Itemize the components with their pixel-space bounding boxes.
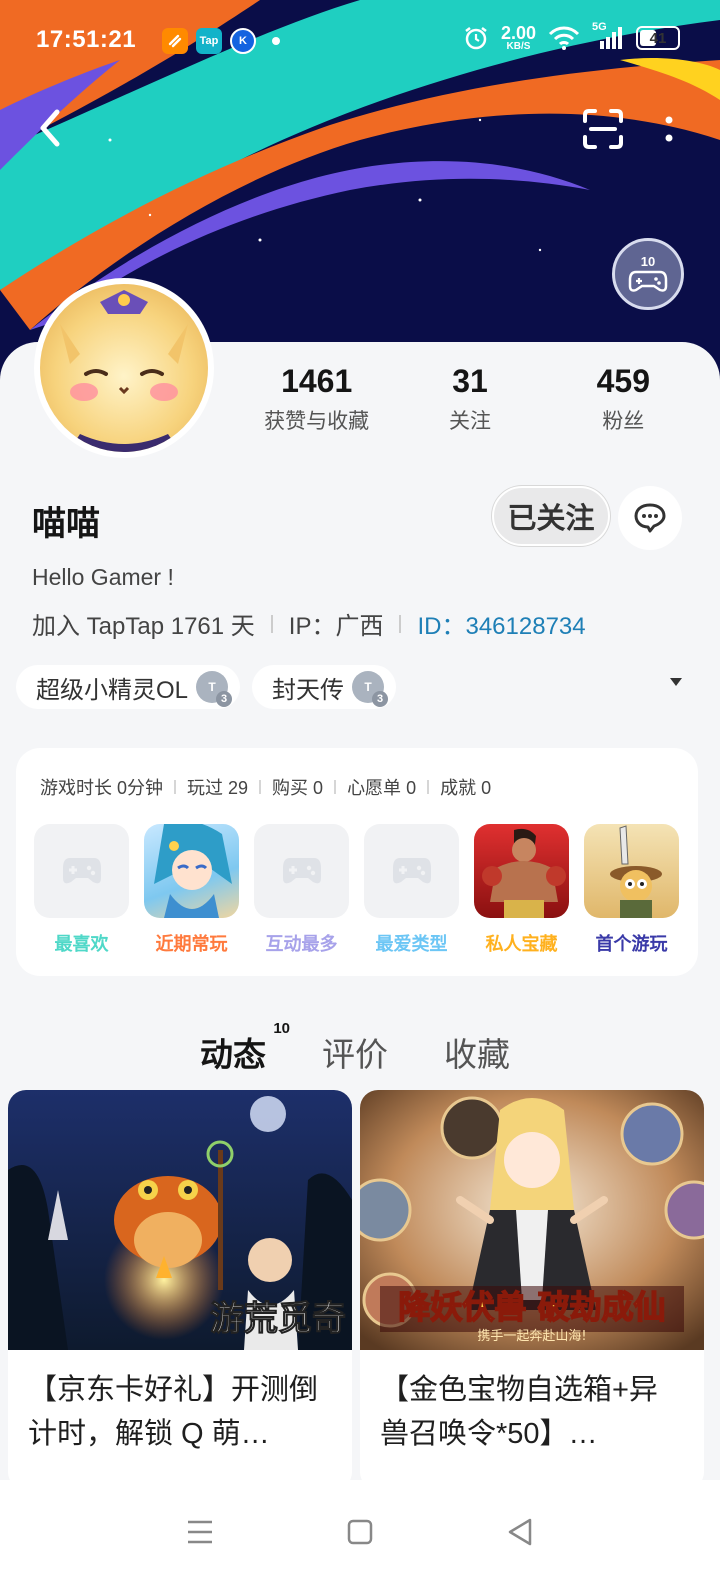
status-bar: 17:51:21 Tap K 2.00 KB/S 5G 41 <box>0 0 720 84</box>
profile-meta: 加入 TapTap 1761 天 IP：广西 ID：346128734 <box>32 606 586 641</box>
divider <box>270 614 273 633</box>
play-time[interactable]: 游戏时长 0分钟 <box>40 774 163 800</box>
game-cover-image <box>584 824 679 918</box>
gamepad-icon <box>62 858 101 884</box>
notification-icons: Tap K <box>162 28 280 54</box>
username: 喵喵 <box>32 505 100 543</box>
wifi-icon <box>548 26 580 50</box>
tag-level-icon: T3 <box>352 671 389 707</box>
fliggy-icon <box>162 28 188 54</box>
square-icon <box>347 1519 373 1545</box>
post-cover-text: 游荒觅奇 <box>210 1299 346 1339</box>
post-feed: 游荒觅奇 【京东卡好礼】开测倒计时，解锁 Q 萌… 降妖伏兽 破劫成仙 携手一起… <box>8 1090 712 1490</box>
post-cover-text: 降妖伏兽 破劫成仙 <box>398 1288 665 1326</box>
home-button[interactable] <box>330 1502 390 1562</box>
showcase-recent[interactable]: 近期常玩 <box>144 824 239 956</box>
game-stats-row: 游戏时长 0分钟 玩过 29 购买 0 心愿单 0 成就 0 <box>40 774 491 800</box>
system-back-button[interactable] <box>490 1502 550 1562</box>
status-right: 2.00 KB/S 5G 41 <box>463 21 680 52</box>
showcase-first[interactable]: 首个游玩 <box>584 824 679 956</box>
network-speed: 2.00 KB/S <box>500 23 536 52</box>
level-badge[interactable]: 10 <box>612 238 684 310</box>
avatar[interactable] <box>34 278 214 458</box>
following-button[interactable]: 已关注 <box>492 486 610 546</box>
system-nav-bar <box>0 1480 720 1584</box>
taptap-icon: Tap <box>196 28 222 54</box>
bio-text: Hello Gamer ! <box>32 564 174 590</box>
post-card[interactable]: 降妖伏兽 破劫成仙 携手一起奔赴山海! 【金色宝物自选箱+异兽召唤令*50】… <box>360 1090 704 1490</box>
game-tag[interactable]: 超级小精灵OL T3 <box>16 665 241 709</box>
content-tabs: 动态 10 评价 收藏 <box>200 1020 510 1076</box>
ip-location: IP：广西 <box>288 613 384 640</box>
tag-level-icon: T3 <box>196 671 233 707</box>
k-app-icon: K <box>230 28 256 54</box>
game-tag[interactable]: 封天传 T3 <box>252 665 397 709</box>
status-time: 17:51:21 <box>36 26 137 53</box>
game-showcase: 最喜欢 近期常玩 互动最多 最爱类型 私人宝藏 首个游玩 <box>34 824 679 956</box>
post-cover-image: 降妖伏兽 破劫成仙 携手一起奔赴山海! <box>360 1090 704 1350</box>
gamepad-icon <box>628 270 668 292</box>
tab-reviews[interactable]: 评价 <box>322 1028 388 1076</box>
purchased-count[interactable]: 购买 0 <box>272 774 323 800</box>
post-title: 【京东卡好礼】开测倒计时，解锁 Q 萌… <box>28 1374 319 1450</box>
showcase-genre[interactable]: 最爱类型 <box>364 824 459 956</box>
showcase-favorite[interactable]: 最喜欢 <box>34 824 129 956</box>
gamepad-icon <box>282 858 321 884</box>
divider <box>399 614 402 633</box>
tab-count-badge: 10 <box>273 1020 290 1037</box>
chevron-left-icon <box>40 109 60 147</box>
cell-signal-icon: 5G <box>592 21 624 51</box>
post-card[interactable]: 游荒觅奇 【京东卡好礼】开测倒计时，解锁 Q 萌… <box>8 1090 352 1490</box>
menu-icon <box>188 1520 212 1544</box>
joined-days: 加入 TapTap 1761 天 <box>32 613 255 640</box>
stat-likes[interactable]: 1461 获赞与收藏 <box>240 363 393 435</box>
stat-following[interactable]: 31 关注 <box>393 363 546 435</box>
more-vertical-icon <box>665 116 673 142</box>
back-button[interactable] <box>28 106 72 150</box>
message-button[interactable] <box>618 486 682 550</box>
top-action-bar <box>0 100 720 160</box>
tab-collections[interactable]: 收藏 <box>444 1028 510 1076</box>
triangle-back-icon <box>508 1518 532 1546</box>
gamepad-icon <box>392 858 431 884</box>
showcase-treasure[interactable]: 私人宝藏 <box>474 824 569 956</box>
profile-stats: 1461 获赞与收藏 31 关注 459 粉丝 <box>240 363 700 435</box>
game-tags: 超级小精灵OL T3 封天传 T3 <box>16 664 704 710</box>
tab-posts[interactable]: 动态 10 <box>200 1020 290 1076</box>
post-cover-subtext: 携手一起奔赴山海! <box>477 1328 586 1344</box>
alarm-icon <box>465 27 487 50</box>
chat-bubble-icon <box>634 503 666 533</box>
played-count[interactable]: 玩过 29 <box>187 774 248 800</box>
post-title: 【金色宝物自选箱+异兽召唤令*50】… <box>380 1374 658 1450</box>
game-cover-image <box>144 824 239 918</box>
post-cover-image: 游荒觅奇 <box>8 1090 352 1350</box>
showcase-interaction[interactable]: 互动最多 <box>254 824 349 956</box>
recent-apps-button[interactable] <box>170 1502 230 1562</box>
notification-dot-icon <box>272 37 280 45</box>
wishlist-count[interactable]: 心愿单 0 <box>347 774 416 800</box>
achievements-count[interactable]: 成就 0 <box>440 774 491 800</box>
scan-icon <box>583 109 623 149</box>
scan-button[interactable] <box>578 104 628 154</box>
expand-tags-icon[interactable] <box>670 678 682 686</box>
more-options-button[interactable] <box>654 104 684 154</box>
avatar-image <box>40 284 208 452</box>
game-cover-image <box>474 824 569 918</box>
stat-followers[interactable]: 459 粉丝 <box>547 363 700 435</box>
game-stats-card: 游戏时长 0分钟 玩过 29 购买 0 心愿单 0 成就 0 最喜欢 近期常玩 … <box>16 748 698 976</box>
battery-icon: 41 <box>636 26 680 50</box>
user-id[interactable]: ID：346128734 <box>417 606 585 641</box>
